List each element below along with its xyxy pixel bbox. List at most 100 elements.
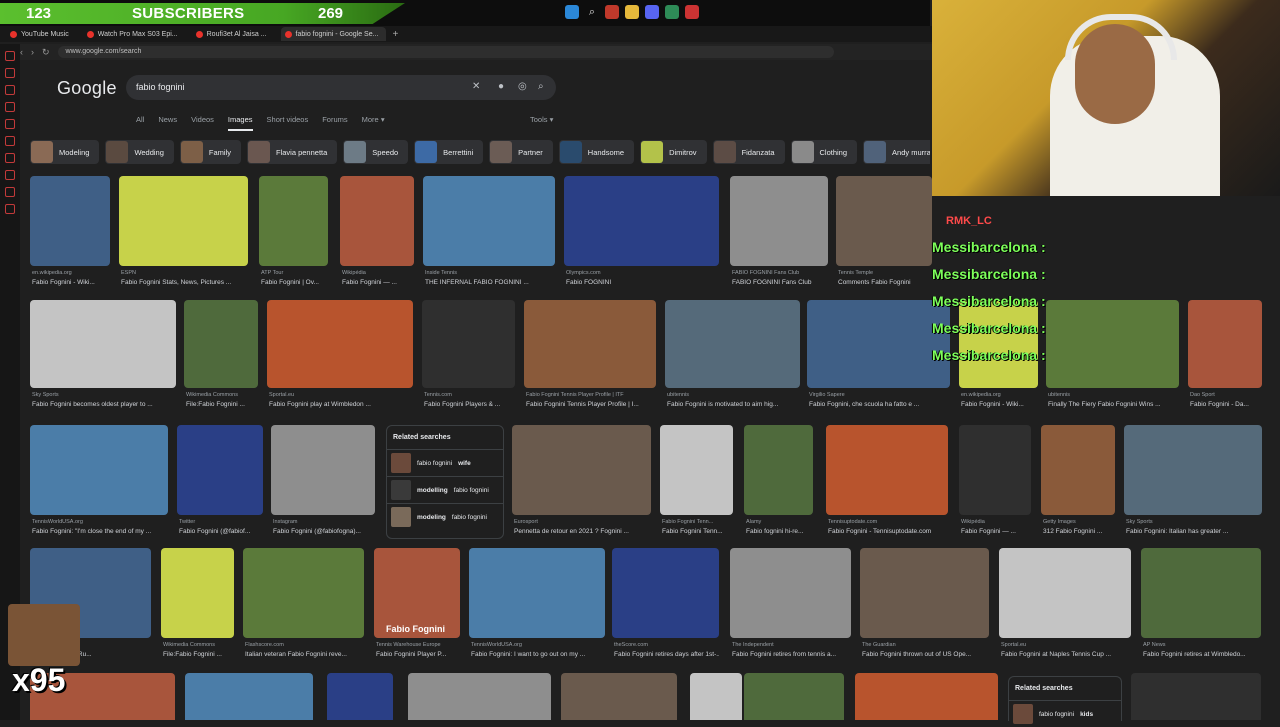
result-caption[interactable]: Fabio Fognini (@fabiof... (179, 528, 263, 535)
result-thumbnail[interactable] (340, 176, 414, 266)
sidebar-icon[interactable] (5, 119, 15, 129)
image-result[interactable] (185, 673, 313, 720)
chip[interactable]: Family (179, 140, 241, 164)
result-thumbnail[interactable] (271, 425, 375, 515)
result-thumbnail[interactable] (267, 300, 413, 388)
image-result[interactable]: ATP Tour Fabio Fognini | Ov... (259, 176, 328, 296)
image-result[interactable]: Instagram Fabio Fognini (@fabiofogna)... (271, 425, 375, 545)
result-caption[interactable]: Fabio Fognini is motivated to aim hig... (667, 401, 800, 408)
new-tab-button[interactable]: + (392, 29, 398, 40)
folder-icon[interactable] (625, 5, 639, 19)
image-result[interactable]: Fabio Fognini Tennis Player Profile | IT… (524, 300, 656, 418)
result-caption[interactable]: Comments Fabio Fognini (838, 279, 932, 286)
result-caption[interactable]: Fabio Fognini Tennis Player Profile | I.… (526, 401, 656, 408)
result-thumbnail[interactable] (860, 548, 989, 638)
sidebar-icon[interactable] (5, 153, 15, 163)
result-caption[interactable]: Fabio Fognini - Wiki... (961, 401, 1038, 408)
result-caption[interactable]: Italian veteran Fabio Fognini reve... (245, 651, 364, 658)
result-thumbnail[interactable] (243, 548, 364, 638)
image-result[interactable]: FABIO FOGNINI Fans Club FABIO FOGNINI Fan… (730, 176, 828, 296)
result-caption[interactable]: Pennetta de retour en 2021 ? Fognini ... (514, 528, 651, 535)
tab-roufi3et[interactable]: Roufi3et Al Jaisa ... (192, 27, 275, 41)
search-input[interactable]: fabio fognini (136, 82, 185, 92)
sidebar-icon[interactable] (5, 204, 15, 214)
related-search-item[interactable]: fabio fognini kids (1009, 700, 1121, 727)
search-box[interactable]: fabio fognini ✕ ● ◎ ⌕ (126, 75, 556, 100)
result-caption[interactable]: Fabio FOGNINI (566, 279, 719, 286)
chip[interactable]: Handsome (558, 140, 635, 164)
windows-icon[interactable] (565, 5, 579, 19)
lens-icon[interactable]: ◎ (518, 81, 527, 92)
tab-images[interactable]: Images (227, 115, 253, 131)
image-result[interactable]: Tennis Temple Comments Fabio Fognini (836, 176, 932, 296)
image-result[interactable] (408, 673, 551, 720)
result-caption[interactable]: Fabio Fognini: Italian has greater ... (1126, 528, 1262, 535)
result-caption[interactable]: FABIO FOGNINI Fans Club (732, 279, 828, 286)
result-caption[interactable]: File:Fabio Fognini ... (186, 401, 258, 408)
chip[interactable]: Berrettini (414, 140, 484, 164)
result-thumbnail[interactable] (119, 176, 248, 266)
chip[interactable]: Speedo (343, 140, 409, 164)
image-result[interactable]: Sportal.eu Fabio Fognini play at Wimbledo… (267, 300, 413, 418)
result-thumbnail[interactable] (1188, 300, 1262, 388)
image-result[interactable]: Sky Sports Fabio Fognini becomes oldest p… (30, 300, 176, 418)
sidebar-icon[interactable] (5, 170, 15, 180)
result-caption[interactable]: Fabio Fognini Stats, News, Pictures ... (121, 279, 248, 286)
result-caption[interactable]: 312 Fabio Fognini ... (1043, 528, 1115, 535)
result-thumbnail[interactable] (422, 300, 515, 388)
image-result[interactable]: Wikimedia Commons File:Fabio Fognini ... (184, 300, 258, 418)
result-thumbnail[interactable] (1046, 300, 1179, 388)
image-result[interactable] (855, 673, 998, 720)
result-thumbnail[interactable] (959, 425, 1031, 515)
result-thumbnail[interactable] (423, 176, 555, 266)
sidebar-icon[interactable] (5, 85, 15, 95)
tab-more[interactable]: More ▾ (362, 115, 385, 131)
discord-icon[interactable] (645, 5, 659, 19)
result-thumbnail[interactable] (512, 425, 651, 515)
result-thumbnail[interactable] (730, 548, 851, 638)
image-result[interactable]: Sportal.eu Fabio Fognini at Naples Tennis… (999, 548, 1131, 668)
tools-button[interactable]: Tools ▾ (530, 115, 553, 124)
google-logo[interactable]: Google (57, 78, 117, 99)
image-result[interactable]: Alamy Fabio fognini hi-re... (744, 425, 813, 545)
result-thumbnail[interactable] (184, 300, 258, 388)
reload-icon[interactable]: ↻ (42, 47, 50, 58)
result-caption[interactable]: Fabio Fognini Player P... (376, 651, 460, 658)
image-result[interactable]: Tennisuptodate.com Fabio Fognini - Tennis… (826, 425, 948, 545)
image-result[interactable]: ubitennis Finally The Fiery Fabio Fognini… (1046, 300, 1179, 418)
result-caption[interactable]: THE INFERNAL FABIO FOGNINI ... (425, 279, 555, 286)
image-result[interactable]: Fabio Fognini Tenn... Fabio Fognini Tenn.… (660, 425, 733, 545)
image-result[interactable]: TennisWorldUSA.org Fabio Fognini: "I'm cl… (30, 425, 168, 545)
forward-icon[interactable]: › (31, 47, 34, 57)
image-result[interactable]: The Independent Fabio Fognini retires fro… (730, 548, 851, 668)
tab-google-search[interactable]: fabio fognini - Google Se... (280, 27, 387, 41)
result-caption[interactable]: Fabio Fognini retires days after 1st-... (614, 651, 719, 658)
result-caption[interactable]: Fabio Fognini (@fabiofogna)... (273, 528, 375, 535)
image-result[interactable]: Olympics.com Fabio FOGNINI (564, 176, 719, 296)
chip[interactable]: Modeling (30, 140, 100, 164)
result-thumbnail[interactable] (744, 425, 813, 515)
image-result[interactable] (561, 673, 677, 720)
image-result[interactable]: Sky Sports Fabio Fognini: Italian has gre… (1124, 425, 1262, 545)
back-icon[interactable]: ‹ (20, 47, 23, 57)
result-thumbnail[interactable] (259, 176, 328, 266)
image-result[interactable]: Tennis.com Fabio Fognini Players & ... (422, 300, 515, 418)
chip[interactable]: Fidanzata (712, 140, 785, 164)
image-result[interactable]: TennisWorldUSA.org Fabio Fognini: I want … (469, 548, 605, 668)
chip[interactable]: Andy murray (863, 140, 930, 164)
tab-all[interactable]: All (136, 115, 144, 131)
result-caption[interactable]: Fabio Fognini play at Wimbledon ... (269, 401, 413, 408)
result-caption[interactable]: Fabio Fognini - Tennisuptodate.com (828, 528, 948, 535)
result-caption[interactable]: Fabio Fognini, che scuola ha fatto e ... (809, 401, 950, 408)
result-thumbnail[interactable] (30, 176, 110, 266)
result-caption[interactable]: Fabio Fognini: I want to go out on my ..… (471, 651, 605, 658)
result-thumbnail[interactable] (1041, 425, 1115, 515)
mic-icon[interactable]: ● (498, 81, 504, 92)
result-thumbnail[interactable] (1141, 548, 1261, 638)
search-icon[interactable]: ⌕ (538, 81, 544, 92)
result-thumbnail[interactable] (999, 548, 1131, 638)
image-result[interactable]: Wikipédia Fabio Fognini — ... (340, 176, 414, 296)
chip[interactable]: Partner (489, 140, 553, 164)
result-thumbnail[interactable] (612, 548, 719, 638)
sidebar-icon[interactable] (5, 51, 15, 61)
